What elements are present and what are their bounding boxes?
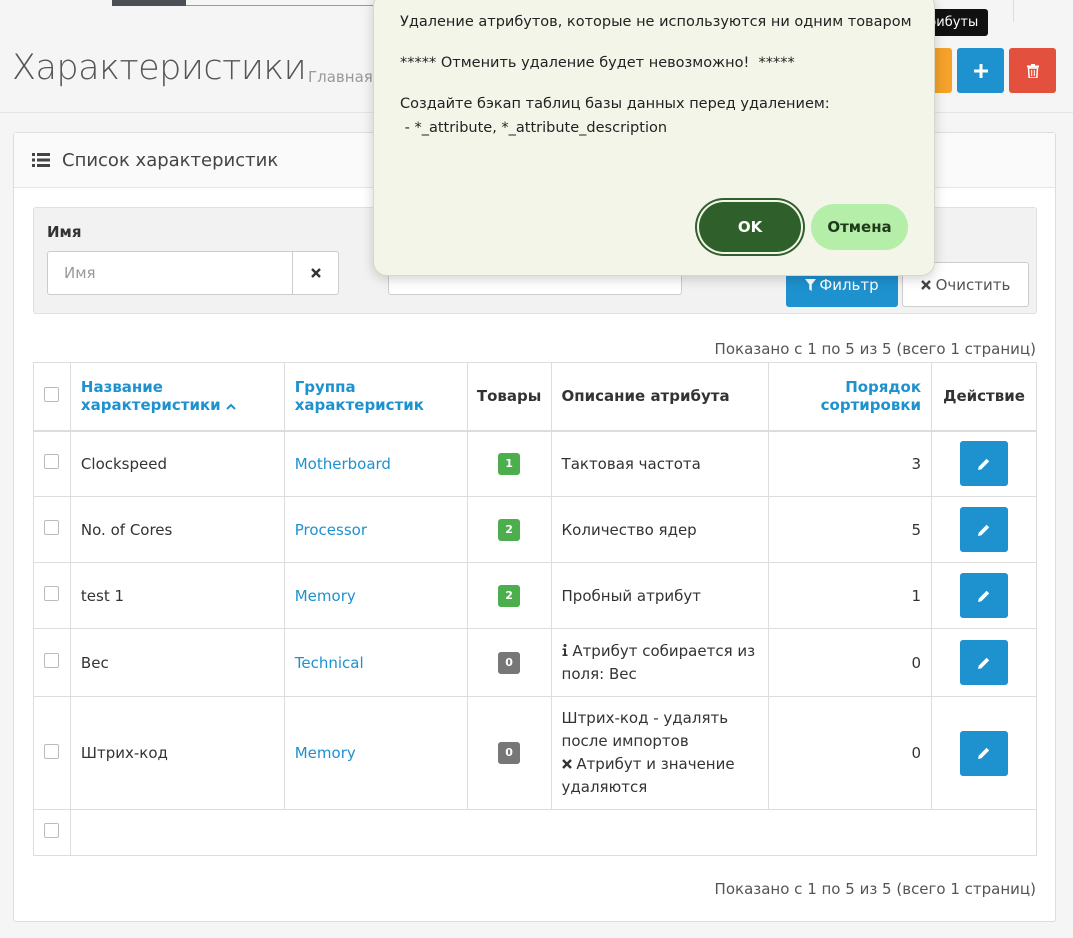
attributes-table: Название характеристики Группа характерист…: [33, 362, 1038, 856]
row-checkbox[interactable]: [44, 454, 60, 470]
products-count-badge: 0: [498, 651, 521, 674]
column-header-sort-order[interactable]: Порядок сортировки: [768, 362, 933, 432]
column-header-products: Товары: [466, 362, 552, 432]
row-checkbox[interactable]: [44, 823, 60, 838]
attribute-group-link[interactable]: Technical: [295, 654, 364, 672]
sort-order: 0: [768, 696, 933, 810]
table-row: Clockspeed Motherboard 1 Тактовая частот…: [33, 430, 1037, 497]
attribute-name: Штрих-код: [69, 696, 285, 810]
panel-title: Список характеристик: [62, 149, 279, 171]
info-icon: [562, 643, 568, 656]
row-checkbox[interactable]: [44, 653, 60, 668]
row-checkbox[interactable]: [44, 586, 60, 601]
table-row: Вес Technical 0 Атрибут собирается из пол…: [33, 628, 1037, 697]
filter-icon: [805, 278, 817, 291]
attribute-name: Clockspeed: [69, 430, 285, 497]
name-filter-label: Имя: [47, 223, 82, 241]
nav-divider: [1013, 0, 1014, 22]
edit-button[interactable]: [960, 507, 1008, 552]
filter-button-label: Фильтр: [819, 275, 879, 294]
products-count-badge: 2: [498, 518, 521, 541]
nav-active-item[interactable]: [112, 0, 186, 6]
pencil-icon: [978, 524, 990, 536]
attribute-name: No. of Cores: [69, 496, 285, 563]
clear-filter-label: Очистить: [935, 275, 1011, 294]
sort-order: 5: [768, 496, 933, 563]
empty-cell: [69, 809, 1038, 856]
cancel-button[interactable]: Отмена: [811, 204, 908, 250]
times-icon: [920, 279, 931, 290]
column-header-name[interactable]: Название характеристики: [69, 362, 285, 432]
breadcrumb-home[interactable]: Главная: [308, 68, 373, 86]
table-row-empty: [33, 809, 1038, 856]
attribute-description: Пробный атрибут: [550, 562, 770, 629]
confirm-message: Удаление атрибутов, которые не использую…: [400, 7, 912, 137]
results-summary-bottom: Показано с 1 по 5 из 5 (всего 1 страниц): [714, 880, 1036, 898]
table-row: No. of Cores Processor 2 Количество ядер…: [33, 496, 1037, 563]
confirm-line-4: - *_attribute, *_attribute_description: [400, 119, 668, 136]
nav-underline: [186, 5, 386, 6]
results-summary-top: Показано с 1 по 5 из 5 (всего 1 страниц): [714, 340, 1036, 358]
table-row: Штрих-код Memory 0 Штрих-код - удалять по…: [33, 696, 1037, 810]
table-header-row: Название характеристики Группа характерист…: [33, 362, 1037, 432]
confirm-line-3: Создайте бэкап таблиц базы данных перед …: [400, 95, 830, 112]
column-header-description: Описание атрибута: [550, 362, 770, 432]
sort-up-icon: [226, 403, 236, 410]
pencil-icon: [978, 458, 990, 470]
pencil-icon: [978, 657, 990, 669]
list-icon: [32, 153, 50, 167]
edit-button[interactable]: [960, 730, 1008, 776]
table-row: test 1 Memory 2 Пробный атрибут 1: [33, 562, 1037, 629]
column-header-group[interactable]: Группа характеристик: [283, 362, 468, 432]
row-checkbox[interactable]: [44, 520, 60, 535]
page-title: Характеристики: [12, 48, 307, 88]
attribute-description: Атрибут собирается из поля: Вес: [550, 628, 770, 697]
add-button[interactable]: [957, 48, 1004, 93]
attribute-name: test 1: [69, 562, 285, 629]
plus-icon: [973, 63, 988, 78]
name-filter-input[interactable]: [47, 251, 293, 295]
times-icon: [310, 268, 321, 278]
attribute-description: Штрих-код - удалять после импортов Атрибу…: [550, 696, 770, 810]
attribute-description: Тактовая частота: [550, 430, 770, 497]
confirm-line-2: ***** Отменить удаление будет невозможно…: [400, 54, 795, 71]
select-all-checkbox[interactable]: [44, 386, 60, 402]
trash-icon: [1026, 63, 1039, 78]
column-header-action: Действие: [931, 362, 1037, 432]
products-count-badge: 2: [498, 584, 521, 607]
select-all-cell: [33, 362, 71, 432]
products-count-badge: 0: [498, 742, 521, 764]
sort-order: 3: [768, 430, 933, 497]
edit-button[interactable]: [960, 441, 1008, 487]
products-count-badge: 1: [498, 452, 521, 475]
ok-button[interactable]: OK: [699, 202, 801, 252]
attribute-group-link[interactable]: Motherboard: [295, 455, 391, 473]
clear-name-button[interactable]: [292, 251, 339, 295]
confirm-line-1: Удаление атрибутов, которые не использую…: [400, 14, 912, 30]
edit-button[interactable]: [960, 573, 1008, 618]
attribute-name: Вес: [69, 628, 285, 697]
attribute-description: Количество ядер: [550, 496, 770, 563]
edit-button[interactable]: [960, 640, 1008, 685]
times-icon: [561, 759, 572, 769]
attribute-group-link[interactable]: Memory: [295, 587, 356, 605]
row-checkbox[interactable]: [44, 743, 60, 759]
pencil-icon: [978, 747, 990, 759]
delete-button[interactable]: [1009, 48, 1056, 93]
sort-order: 1: [768, 562, 933, 629]
pencil-icon: [978, 590, 990, 602]
attribute-group-link[interactable]: Memory: [295, 744, 356, 762]
confirm-dialog: Удаление атрибутов, которые не использую…: [373, 0, 935, 276]
attribute-group-link[interactable]: Processor: [295, 521, 367, 539]
sort-order: 0: [768, 628, 933, 697]
